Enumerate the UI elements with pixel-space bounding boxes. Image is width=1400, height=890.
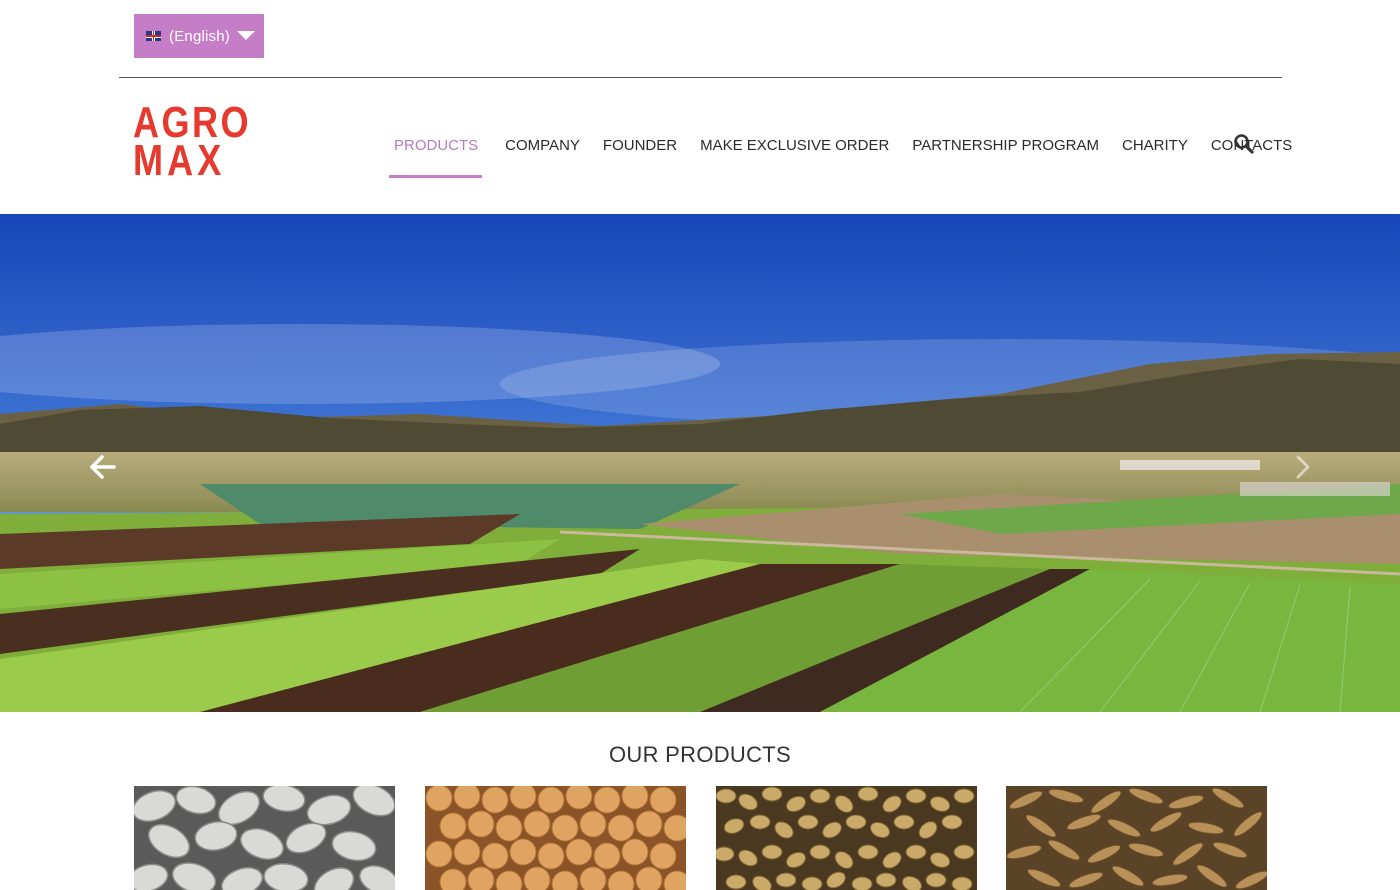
oat-grain-image <box>1006 786 1267 890</box>
product-card-chickpeas[interactable] <box>425 786 686 890</box>
slider-next-chevron-icon[interactable] <box>1288 452 1318 482</box>
nav-item-make-exclusive-order[interactable]: MAKE EXCLUSIVE ORDER <box>700 126 889 178</box>
main-nav: PRODUCTS COMPANY FOUNDER MAKE EXCLUSIVE … <box>389 126 1315 178</box>
dropdown-caret-icon <box>237 31 255 40</box>
nav-item-founder[interactable]: FOUNDER <box>603 126 677 178</box>
site-logo[interactable]: AGRO MAX <box>133 101 249 186</box>
language-label: (English) <box>169 27 230 45</box>
slider-prev-arrow-icon[interactable] <box>88 452 118 482</box>
nav-item-company[interactable]: COMPANY <box>505 126 580 178</box>
coriander-seeds-image <box>716 786 977 890</box>
nav-item-products[interactable]: PRODUCTS <box>389 126 483 178</box>
product-card-white-beans[interactable] <box>134 786 395 890</box>
logo-line-2: MAX <box>133 136 226 185</box>
product-card-coriander-seeds[interactable] <box>716 786 977 890</box>
hero-slider <box>0 214 1400 712</box>
product-card-oat-grain[interactable] <box>1006 786 1267 890</box>
language-selector[interactable]: (English) <box>134 14 264 58</box>
header-divider <box>119 77 1282 78</box>
search-icon[interactable] <box>1233 133 1255 155</box>
white-beans-image <box>134 786 395 890</box>
uk-flag-icon <box>146 31 161 41</box>
section-title: OUR PRODUCTS <box>608 742 792 767</box>
nav-item-partnership-program[interactable]: PARTNERSHIP PROGRAM <box>912 126 1099 178</box>
chickpeas-image <box>425 786 686 890</box>
hero-image <box>0 214 1400 712</box>
nav-item-charity[interactable]: CHARITY <box>1122 126 1188 178</box>
